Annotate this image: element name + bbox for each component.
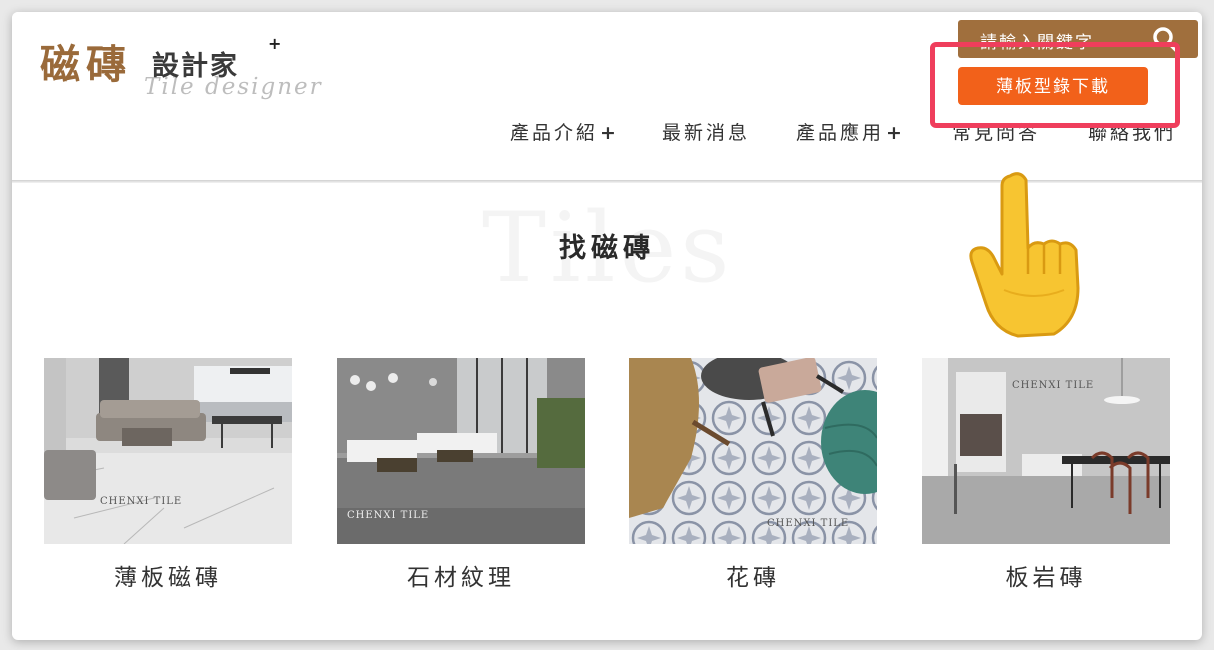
nav-item-products[interactable]: 產品介紹 + [510,118,619,148]
logo-main-text: 磁磚 [40,41,132,88]
category-image[interactable]: CHENXI TILE [922,358,1170,544]
nav-item-label: 最新消息 [662,122,751,144]
thumb-brand-text: CHENXI TILE [1012,380,1095,391]
highlight-annotation-box [930,42,1180,128]
nav-item-news[interactable]: 最新消息 [662,118,750,148]
nav-item-label: 產品介紹 [510,122,599,144]
category-image[interactable]: CHENXI TILE [629,358,877,544]
site-header: Tile designer 磁磚 設計家 + 請輸入關鍵字 薄板型錄下載 產品介… [12,12,1202,183]
category-label[interactable]: 薄板磁磚 [44,558,292,592]
category-label[interactable]: 花磚 [629,558,877,592]
nav-item-label: 產品應用 [796,122,885,144]
pointing-hand-icon [969,172,1080,338]
category-card-stone-texture[interactable]: CHENXI TILE 石材紋理 [337,358,585,592]
nav-expand-plus[interactable]: + [886,122,905,144]
browser-page: Tile designer 磁磚 設計家 + 請輸入關鍵字 薄板型錄下載 產品介… [12,12,1202,640]
thumb-brand-text: CHENXI TILE [767,518,850,529]
nav-item-applications[interactable]: 產品應用 + [796,118,905,148]
logo-plus: + [268,34,282,53]
category-label[interactable]: 石材紋理 [337,558,585,592]
category-image[interactable]: CHENXI TILE [44,358,292,544]
category-label[interactable]: 板岩磚 [922,558,1170,592]
category-card-thin-tiles[interactable]: CHENXI TILE 薄板磁磚 [44,358,292,592]
thumb-brand-text: CHENXI TILE [347,510,430,521]
thumb-brand-text: CHENXI TILE [100,496,183,507]
nav-expand-plus[interactable]: + [600,122,619,144]
category-card-slate-tiles[interactable]: CHENXI TILE 板岩磚 [922,358,1170,592]
category-image[interactable]: CHENXI TILE [337,358,585,544]
site-logo[interactable]: Tile designer 磁磚 設計家 + [40,30,340,110]
category-card-patterned-tiles[interactable]: CHENXI TILE 花磚 [629,358,877,592]
logo-sub-text: 設計家 [152,51,239,82]
